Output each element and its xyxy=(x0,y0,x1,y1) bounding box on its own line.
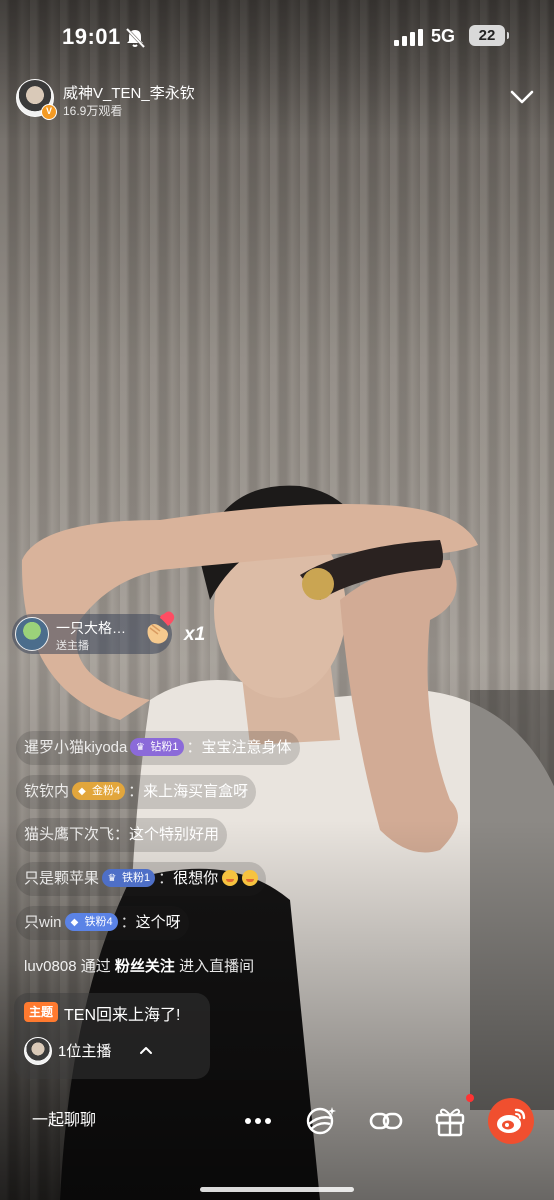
chat-user: 只是颗苹果 xyxy=(24,870,100,887)
chevron-down-icon[interactable] xyxy=(508,85,536,109)
topic-title: TEN回来上海了! xyxy=(64,1007,181,1024)
weibo-icon[interactable] xyxy=(488,1098,534,1144)
chat-user: 暹罗小猫kiyoda xyxy=(24,739,128,756)
blush-emoji-icon xyxy=(222,870,239,887)
chat-text: 这个特别好用 xyxy=(129,826,220,843)
fan-badge: ♛ 铁粉1 xyxy=(102,869,156,888)
topic-host-avatar xyxy=(24,1037,52,1065)
fan-badge: ◆ 铁粉4 xyxy=(64,913,118,932)
link-icon[interactable] xyxy=(366,1101,406,1141)
chat-message[interactable]: 猫头鹰下次飞：这个特别好用 xyxy=(16,818,228,852)
gift-action-text: 送主播 xyxy=(56,640,89,652)
enter-notice: luv0808 通过 粉丝关注 进入直播间 xyxy=(24,958,255,975)
bell-off-icon xyxy=(125,27,146,49)
chat-text: 宝宝注意身体 xyxy=(201,739,292,756)
home-indicator[interactable] xyxy=(200,1187,354,1192)
gift-sender-avatar[interactable] xyxy=(15,617,49,651)
chat-message[interactable]: 只是颗苹果 ♛ 铁粉1 ：很想你 xyxy=(16,862,267,896)
chat-user: 猫头鹰下次飞 xyxy=(24,826,115,843)
enter-source: 粉丝关注 xyxy=(114,958,175,975)
clock: 19:01 xyxy=(62,24,121,49)
chat-message[interactable]: 暹罗小猫kiyoda ♛ 钻粉1 ：宝宝注意身体 xyxy=(16,731,300,765)
chat-text: 来上海买盲盒呀 xyxy=(143,783,249,800)
heart-hand-icon xyxy=(147,611,175,644)
chat-text: 很想你 xyxy=(173,870,219,887)
topic-host-count[interactable]: 1位主播 xyxy=(58,1040,111,1061)
status-bar: 19:01 5G 22 xyxy=(0,0,554,72)
diamond-icon: ◆ xyxy=(70,917,79,929)
topic-tag: 主题 xyxy=(24,1002,59,1022)
chat-message[interactable]: 钦钦内 ◆ 金粉4 ：来上海买盲盒呀 xyxy=(16,775,257,809)
network-type: 5G xyxy=(431,26,456,46)
chat-text: 这个呀 xyxy=(135,914,181,931)
viewer-count: 16.9万观看 xyxy=(63,104,123,118)
chat-user: 钦钦内 xyxy=(24,783,70,800)
fan-badge: ◆ 金粉4 xyxy=(72,782,126,801)
signal-icon xyxy=(394,29,423,46)
topic-card[interactable]: 主题 TEN回来上海了! 1位主播 xyxy=(14,993,210,1079)
crown-icon: ♛ xyxy=(107,873,117,885)
enter-user: luv0808 xyxy=(24,958,77,975)
gift-icon[interactable] xyxy=(430,1101,470,1141)
weibo-logo-icon xyxy=(497,1108,526,1133)
fan-badge: ♛ 钻粉1 xyxy=(130,738,184,757)
gift-count: x1 xyxy=(184,624,206,645)
chat-message[interactable]: 只win ◆ 铁粉4 ：这个呀 xyxy=(16,906,189,940)
chevron-up-icon[interactable] xyxy=(138,1042,154,1058)
more-icon[interactable] xyxy=(238,1101,278,1141)
verified-badge-icon: V xyxy=(41,104,57,120)
blush-emoji-icon xyxy=(242,870,259,887)
notification-dot xyxy=(466,1094,474,1102)
host-name[interactable]: 威神V_TEN_李永钦 xyxy=(63,82,195,103)
crown-icon: ♛ xyxy=(135,742,145,754)
bobble-icon[interactable] xyxy=(300,1101,340,1141)
chat-input[interactable]: 一起聊聊 xyxy=(16,1100,216,1142)
battery-icon: 22 xyxy=(469,25,509,46)
gift-sender-name: 一只大格… xyxy=(56,620,126,636)
chat-user: 只win xyxy=(24,914,62,931)
diamond-icon: ◆ xyxy=(78,786,86,798)
